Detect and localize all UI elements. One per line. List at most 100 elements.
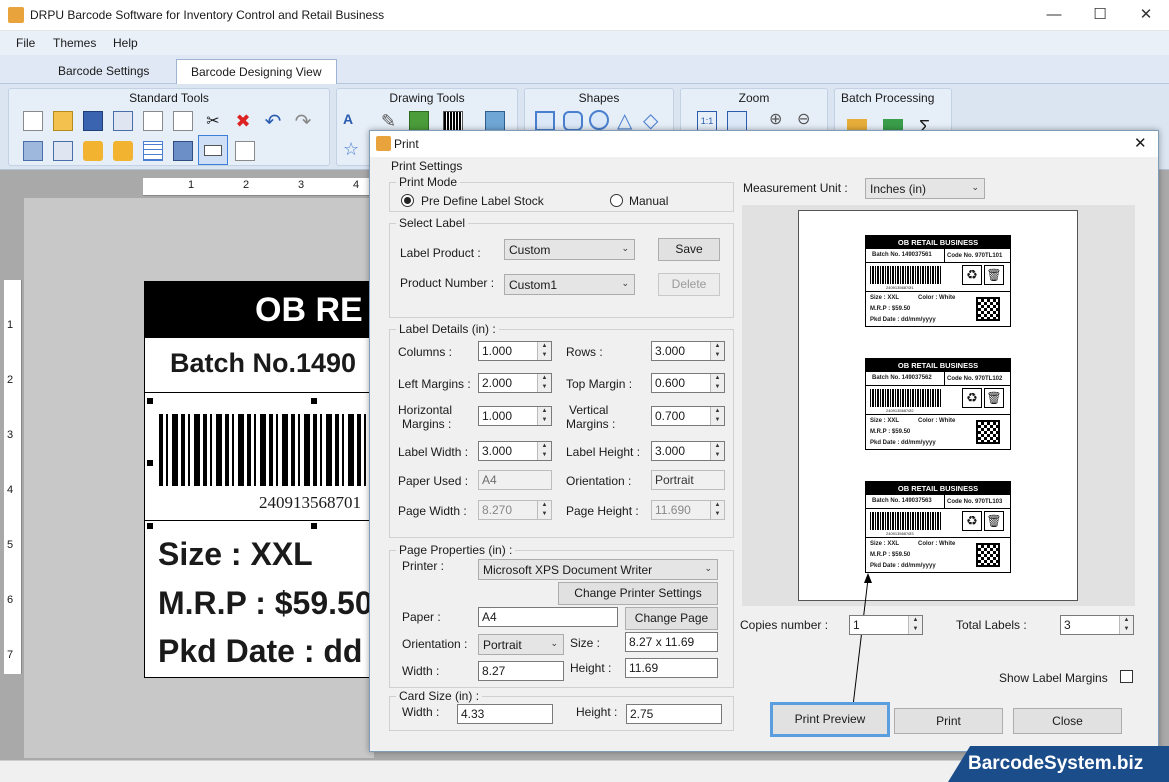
label-barcode[interactable] <box>159 414 375 486</box>
label-header[interactable]: OB RE <box>145 282 375 338</box>
dialog-title-bar: Print ✕ <box>370 131 1158 157</box>
window-title: DRPU Barcode Software for Inventory Cont… <box>30 8 385 22</box>
measurement-unit-select[interactable]: Inches (in) ⌄ <box>865 178 985 199</box>
text-tool-icon[interactable]: A <box>343 111 363 131</box>
annotation-arrow <box>852 573 872 707</box>
selection-handle[interactable] <box>147 523 153 529</box>
vertical-ruler: 1 2 3 4 5 6 7 <box>4 280 22 674</box>
vertical-margins-label-line1: Vertical <box>569 403 609 417</box>
tab-barcode-settings[interactable]: Barcode Settings <box>44 59 163 84</box>
selection-handle[interactable] <box>311 398 317 404</box>
fit-to-window-icon[interactable] <box>727 111 747 131</box>
rows-label: Rows : <box>566 345 603 359</box>
total-labels-input[interactable]: 3 ▲ ▼ <box>1060 615 1134 635</box>
label-batch[interactable]: Batch No.1490 <box>170 348 356 379</box>
paste-icon[interactable] <box>173 111 193 131</box>
top-margin-input[interactable]: 0.600 ▲ ▼ <box>651 373 725 393</box>
unlock-icon[interactable] <box>113 141 133 161</box>
rounded-rectangle-icon[interactable] <box>563 111 583 131</box>
save-as-icon[interactable] <box>113 111 133 131</box>
preview-label-header: OB RETAIL BUSINESS <box>866 236 1010 249</box>
card-width-field[interactable]: 4.33 <box>457 704 553 724</box>
selection-handle[interactable] <box>311 523 317 529</box>
tab-row: Barcode Settings Barcode Designing View <box>0 55 1169 84</box>
print-preview-button[interactable]: Print Preview <box>770 702 890 737</box>
barcode-icon[interactable] <box>443 111 463 131</box>
bring-front-icon[interactable] <box>23 141 43 161</box>
save-button[interactable]: Save <box>658 238 720 261</box>
selection-handle[interactable] <box>147 398 153 404</box>
selection-handle[interactable] <box>147 460 153 466</box>
tab-barcode-designing-view[interactable]: Barcode Designing View <box>176 59 337 84</box>
properties-icon[interactable] <box>173 141 193 161</box>
recycle-icon: ♻ <box>962 511 982 531</box>
label-height-input[interactable]: 3.000 ▲ ▼ <box>651 441 725 461</box>
label-width-label: Label Width : <box>398 445 469 459</box>
predefine-radio[interactable] <box>401 194 414 207</box>
close-icon[interactable]: ✕ <box>1123 0 1169 30</box>
lock-icon[interactable] <box>83 141 103 161</box>
product-number-select[interactable]: Custom1 ⌄ <box>504 274 635 295</box>
redo-icon[interactable]: ↷ <box>293 109 313 133</box>
page-width-field[interactable]: 8.27 <box>478 661 564 681</box>
label-product-select[interactable]: Custom ⌄ <box>504 239 635 260</box>
open-icon[interactable] <box>53 111 73 131</box>
pencil-icon[interactable]: ✎ <box>381 111 401 131</box>
rows-input[interactable]: 3.000 ▲ ▼ <box>651 341 725 361</box>
label-mrp[interactable]: M.R.P : $59.50 <box>158 585 373 622</box>
print-icon[interactable] <box>198 135 228 165</box>
ellipse-icon[interactable] <box>589 110 609 130</box>
recycle-icon: ♻ <box>962 388 982 408</box>
star-icon[interactable]: ☆ <box>343 139 363 159</box>
label-pkd-date[interactable]: Pkd Date : dd <box>158 633 362 670</box>
menu-themes[interactable]: Themes <box>53 36 96 50</box>
triangle-icon[interactable]: △ <box>617 108 637 132</box>
horizontal-margins-input[interactable]: 1.000 ▲ ▼ <box>478 406 552 426</box>
image-icon[interactable] <box>409 111 429 131</box>
columns-input[interactable]: 1.000 ▲ ▼ <box>478 341 552 361</box>
page-orientation-select[interactable]: Portrait ⌄ <box>478 634 564 655</box>
vertical-margins-label-line2: Margins : <box>566 417 616 431</box>
size-field[interactable]: 8.27 x 11.69 <box>625 632 718 652</box>
picture-icon[interactable] <box>485 111 505 131</box>
menu-file[interactable]: File <box>16 36 35 50</box>
card-height-field[interactable]: 2.75 <box>626 704 722 724</box>
export-icon[interactable] <box>235 141 255 161</box>
new-icon[interactable] <box>23 111 43 131</box>
actual-size-icon[interactable]: 1:1 <box>697 111 717 131</box>
zoom-out-icon[interactable]: ⊖ <box>797 109 817 129</box>
copies-number-label: Copies number : <box>740 618 829 632</box>
save-icon[interactable] <box>83 111 103 131</box>
paper-field[interactable]: A4 <box>478 607 618 627</box>
copies-number-input[interactable]: 1 ▲ ▼ <box>849 615 923 635</box>
grid-icon[interactable] <box>143 141 163 161</box>
manual-radio[interactable] <box>610 194 623 207</box>
label-width-input[interactable]: 3.000 ▲ ▼ <box>478 441 552 461</box>
change-page-button[interactable]: Change Page <box>625 607 718 630</box>
close-button[interactable]: Close <box>1013 708 1122 734</box>
send-back-icon[interactable] <box>53 141 73 161</box>
menu-help[interactable]: Help <box>113 36 138 50</box>
change-printer-settings-button[interactable]: Change Printer Settings <box>558 582 718 605</box>
diamond-icon[interactable]: ◇ <box>643 108 663 132</box>
label-design[interactable]: OB RE Batch No.1490 240913568701 Size : … <box>144 281 376 678</box>
horizontal-ruler: 1 2 3 4 <box>143 178 375 196</box>
minimize-icon[interactable]: — <box>1031 0 1077 30</box>
page-height-field[interactable]: 11.69 <box>625 658 718 678</box>
delete-button[interactable]: Delete <box>658 273 720 296</box>
vertical-margins-input[interactable]: 0.700 ▲ ▼ <box>651 406 725 426</box>
left-margins-input[interactable]: 2.000 ▲ ▼ <box>478 373 552 393</box>
print-button[interactable]: Print <box>894 708 1003 734</box>
label-size[interactable]: Size : XXL <box>158 536 313 573</box>
undo-icon[interactable]: ↶ <box>263 109 283 133</box>
cut-icon[interactable]: ✂ <box>203 111 223 131</box>
zoom-in-icon[interactable]: ⊕ <box>769 109 789 129</box>
delete-icon[interactable]: ✖ <box>233 111 253 131</box>
dialog-close-icon[interactable]: ✕ <box>1134 134 1147 152</box>
printer-select[interactable]: Microsoft XPS Document Writer ⌄ <box>478 559 718 580</box>
show-label-margins-checkbox[interactable] <box>1120 670 1133 683</box>
orientation-field: Portrait <box>651 470 725 490</box>
rectangle-icon[interactable] <box>535 111 555 131</box>
copy-icon[interactable] <box>143 111 163 131</box>
maximize-icon[interactable]: ☐ <box>1077 0 1123 30</box>
